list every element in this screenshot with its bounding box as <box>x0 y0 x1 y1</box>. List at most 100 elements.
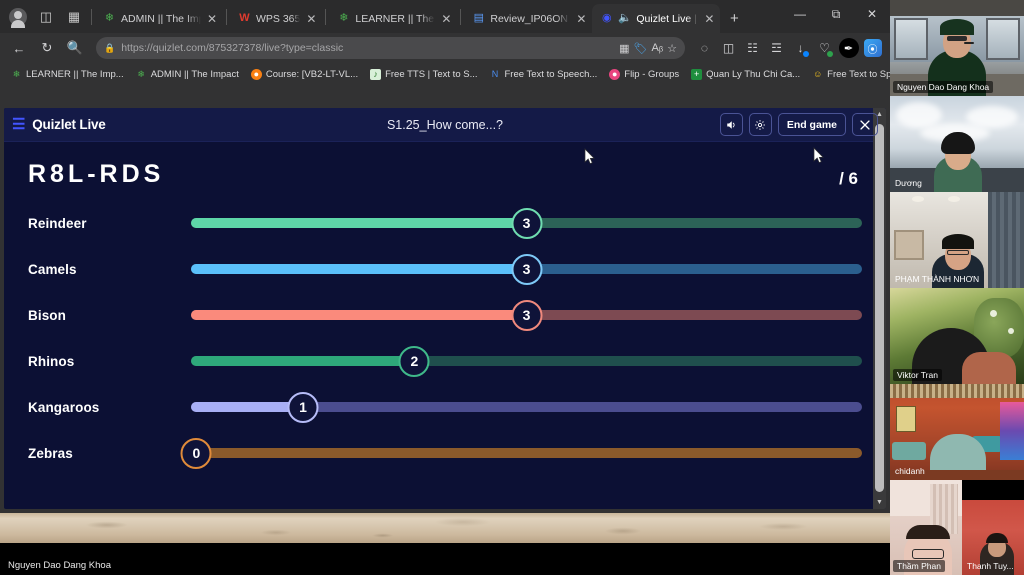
bookmark-label: LEARNER || The Imp... <box>26 68 124 80</box>
tab-close-icon[interactable]: ✕ <box>440 12 452 26</box>
video-tile[interactable]: Dương <box>890 96 1024 192</box>
participant-name: Nguyen Dao Dang Khoa <box>893 81 994 93</box>
video-tile-pair: Thầm Phan Thanh Tuy... <box>890 480 1024 575</box>
quizlet-live-page: ☰ Quizlet Live S1.25_How come...? End ga… <box>4 108 886 509</box>
workspaces-icon[interactable]: ◫ <box>33 4 59 30</box>
copilot-sidebar-icon[interactable]: ⦿ <box>861 36 884 60</box>
quizlet-header: ☰ Quizlet Live S1.25_How come...? End ga… <box>4 108 886 142</box>
read-aloud-icon[interactable]: Aᵦ <box>652 42 664 55</box>
downloads-icon[interactable]: ↓ <box>789 36 812 60</box>
pen-profile-icon[interactable]: ✒ <box>837 36 860 60</box>
sheets-icon: + <box>691 68 703 80</box>
bookmark-label: Flip - Groups <box>624 68 680 80</box>
tab-close-icon[interactable]: ✕ <box>575 12 587 26</box>
close-game-button[interactable] <box>852 113 878 136</box>
desktop-wallpaper <box>0 513 890 543</box>
shopping-icon[interactable]: ♡ <box>813 36 836 60</box>
tab-label: Review_IP06ON - Goo <box>490 12 570 25</box>
team-score-marker: 3 <box>511 253 542 285</box>
search-icon[interactable]: 🔍 <box>62 35 88 61</box>
video-participants-panel: Nguyen Dao Dang Khoa Dương PHẠM THÀNH NH… <box>890 0 1024 575</box>
puzzle-icon: ❄ <box>12 68 21 79</box>
team-row: Reindeer 3 <box>28 207 862 239</box>
tab-label: WPS 365 <box>256 12 301 25</box>
tab-label: LEARNER || The Impact <box>355 12 435 25</box>
tab-strip: ◫ ▦ ❄ ADMIN || The Impact ✕ W WPS 365 ✕ … <box>0 0 890 33</box>
code-and-score-row: R8L-RDS / 6 <box>28 160 862 189</box>
tab-audio-icon[interactable]: 🔈 <box>618 12 632 25</box>
browser-tab-admin[interactable]: ❄ ADMIN || The Impact ✕ <box>95 4 223 33</box>
team-name: Kangaroos <box>28 399 100 415</box>
video-tile[interactable]: Viktor Tran <box>890 288 1024 384</box>
participant-name: Thầm Phan <box>893 560 945 572</box>
scrollbar-thumb[interactable] <box>875 124 884 492</box>
bookmark-quan-ly[interactable]: + Quan Ly Thu Chi Ca... <box>686 68 805 81</box>
bookmark-free-text-speech-1[interactable]: N Free Text to Speech... <box>485 68 603 81</box>
team-row: Zebras 0 <box>28 437 862 469</box>
tab-close-icon[interactable]: ✕ <box>206 12 218 26</box>
score-total: / 6 <box>839 169 858 188</box>
browser-tab-review[interactable]: ▤ Review_IP06ON - Goo ✕ <box>464 4 592 33</box>
bookmark-free-tts[interactable]: ♪ Free TTS | Text to S... <box>365 68 482 81</box>
browser-tab-wps[interactable]: W WPS 365 ✕ <box>230 4 322 33</box>
smiley-icon: ☺ <box>813 69 823 79</box>
coupon-icon[interactable]: 🏷 <box>634 42 648 55</box>
team-progress-list: Reindeer 3 Camels 3 Bison 3 Rhinos 2 Kan… <box>28 207 862 469</box>
tab-divider <box>91 9 92 25</box>
split-screen-icon[interactable]: ▦ <box>619 42 629 55</box>
quizlet-body: R8L-RDS / 6 Reindeer 3 Camels 3 Bison 3 … <box>4 142 886 469</box>
sound-button[interactable] <box>719 113 743 136</box>
participant-name: Dương <box>895 178 922 188</box>
team-progress-bar: 2 <box>191 345 862 377</box>
bookmark-free-text-speech-2[interactable]: ☺ Free Text to Speech... <box>807 68 890 81</box>
participant-name: Viktor Tran <box>893 369 942 381</box>
video-tile[interactable]: PHẠM THÀNH NHƠN <box>890 192 1024 288</box>
progress-fill <box>191 402 304 412</box>
quizlet-logo[interactable]: ☰ Quizlet Live <box>12 117 106 132</box>
video-tile[interactable]: chidanh <box>890 384 1024 480</box>
tab-close-icon[interactable]: ✕ <box>703 12 715 26</box>
team-score-marker: 3 <box>511 299 542 331</box>
bookmark-learner[interactable]: ❄ LEARNER || The Imp... <box>6 68 129 81</box>
maximize-restore-button[interactable]: ⧉ <box>818 0 854 28</box>
bookmark-admin[interactable]: ❄ ADMIN || The Impact <box>131 68 244 81</box>
profile-avatar-icon[interactable] <box>5 4 31 30</box>
browser-essentials-icon[interactable]: ☲ <box>765 36 788 60</box>
url-input[interactable]: 🔒 https://quizlet.com/875327378/live?typ… <box>96 37 685 59</box>
split-tabs-icon[interactable]: ◫ <box>717 36 740 60</box>
document-icon: ▤ <box>473 12 485 24</box>
favorite-star-icon[interactable]: ☆ <box>667 42 677 55</box>
scroll-down-arrow[interactable]: ▼ <box>873 496 886 509</box>
bookmark-flip[interactable]: ● Flip - Groups <box>604 68 684 81</box>
refresh-button[interactable]: ↻ <box>34 35 60 61</box>
page-scrollbar[interactable]: ▲ ▼ <box>873 108 886 509</box>
toolbar-icons: ◌ ◫ ☷ ☲ ↓ ♡ ✒ ⦿ <box>693 36 884 60</box>
collections-icon[interactable]: ☷ <box>741 36 764 60</box>
quizlet-logo-icon: ☰ <box>12 116 26 133</box>
new-tab-button[interactable]: + <box>720 4 748 32</box>
video-tile[interactable]: Thầm Phan <box>890 480 962 575</box>
team-name: Zebras <box>28 445 73 461</box>
close-window-button[interactable]: ✕ <box>854 0 890 28</box>
settings-gear-button[interactable] <box>748 113 772 136</box>
team-progress-bar: 3 <box>191 253 862 285</box>
tab-close-icon[interactable]: ✕ <box>305 12 317 26</box>
minimize-button[interactable]: — <box>782 0 818 28</box>
browser-tab-quizlet[interactable]: ◉ 🔈 Quizlet Live | Quiz ✕ <box>592 4 721 33</box>
browser-tab-learner[interactable]: ❄ LEARNER || The Impact ✕ <box>329 4 457 33</box>
quizlet-brand-label: Quizlet Live <box>32 117 106 132</box>
team-score-marker: 1 <box>287 391 319 423</box>
taskbar-user-label: Nguyen Dao Dang Khoa <box>8 560 111 571</box>
back-button[interactable]: ← <box>6 35 32 61</box>
tab-preview-icon[interactable]: ▦ <box>61 4 87 30</box>
end-game-button[interactable]: End game <box>777 113 846 136</box>
video-tile[interactable]: Nguyen Dao Dang Khoa <box>890 0 1024 96</box>
bookmark-course[interactable]: ● Course: [VB2-LT-VL... <box>246 68 363 81</box>
game-code: R8L-RDS <box>28 160 165 188</box>
team-progress-bar: 1 <box>191 391 862 423</box>
participant-name: chidanh <box>895 466 925 476</box>
copilot-icon[interactable]: ◌ <box>693 36 716 60</box>
video-tile[interactable]: Thanh Tuy... <box>962 500 1024 575</box>
progress-track <box>191 448 862 458</box>
screen: ◫ ▦ ❄ ADMIN || The Impact ✕ W WPS 365 ✕ … <box>0 0 1024 575</box>
